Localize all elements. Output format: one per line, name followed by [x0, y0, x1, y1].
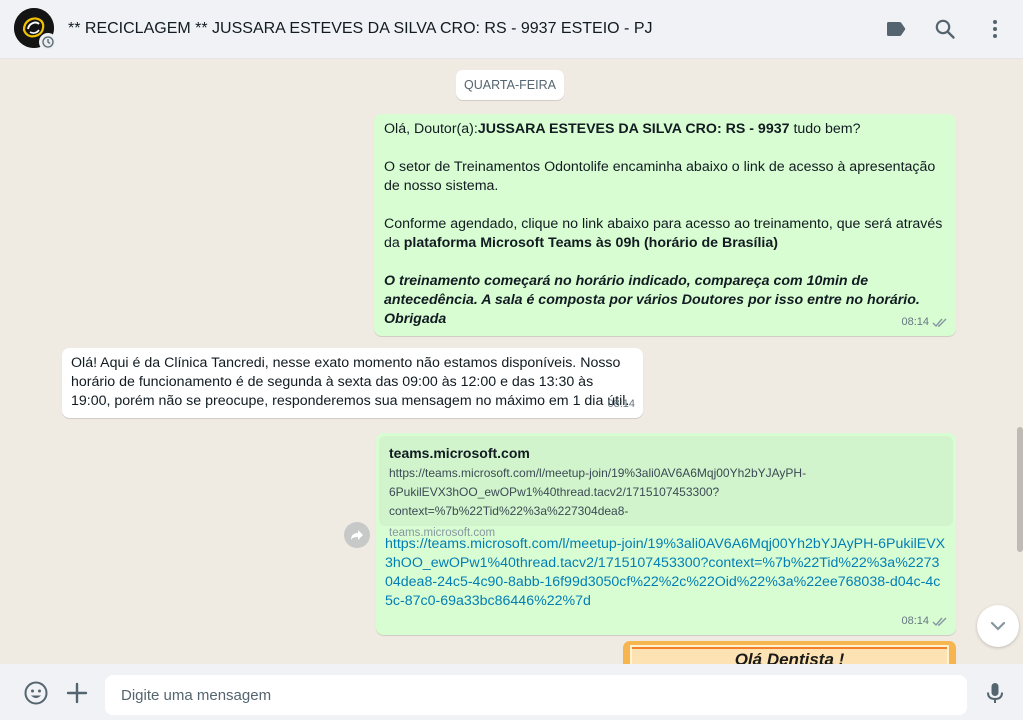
contact-avatar[interactable]	[14, 8, 57, 51]
status-badge	[39, 33, 57, 51]
message-paragraph: O treinamento começará no horário indica…	[384, 273, 920, 327]
message-paragraph: O setor de Treinamentos Odontolife encam…	[384, 159, 936, 194]
compose-bar	[0, 664, 1023, 720]
attach-plus-icon[interactable]	[64, 680, 90, 706]
message-time: 08:14	[607, 398, 635, 410]
chat-title[interactable]: ** RECICLAGEM ** JUSSARA ESTEVES DA SILV…	[68, 20, 652, 38]
scrollbar-thumb[interactable]	[1017, 427, 1023, 552]
image-banner-title: Olá Dentista !	[632, 649, 947, 664]
message-time: 08:14	[901, 316, 929, 328]
message-meta: 08:14	[901, 313, 948, 332]
link-preview-title: teams.microsoft.com	[389, 445, 530, 461]
incoming-message[interactable]: Olá! Aqui é da Clínica Tancredi, nesse e…	[62, 348, 643, 418]
image-banner: Olá Dentista !	[630, 645, 949, 664]
message-paragraph: Conforme agendado, clique no link abaixo…	[384, 216, 943, 251]
forward-icon	[351, 530, 363, 540]
emoji-icon[interactable]	[23, 680, 49, 706]
clock-icon	[42, 36, 54, 48]
menu-icon[interactable]	[983, 17, 1007, 41]
search-icon[interactable]	[933, 17, 957, 41]
chevron-down-icon	[990, 621, 1006, 631]
message-list[interactable]: QUARTA-FEIRA Olá, Doutor(a):JUSSARA ESTE…	[0, 59, 1023, 664]
chat-header: ** RECICLAGEM ** JUSSARA ESTEVES DA SILV…	[0, 0, 1023, 59]
forward-button[interactable]	[344, 522, 370, 548]
message-text: Olá! Aqui é da Clínica Tancredi, nesse e…	[71, 355, 630, 409]
link-preview-description: 6PukilEVX3hOO_ewOPw1%40thread.tacv2/1715…	[389, 485, 720, 518]
outgoing-message[interactable]: Olá, Doutor(a):JUSSARA ESTEVES DA SILVA …	[374, 114, 956, 336]
message-link[interactable]: https://teams.microsoft.com/l/meetup-joi…	[379, 526, 953, 611]
label-icon[interactable]	[884, 17, 908, 41]
message-meta: 08:14	[607, 395, 635, 414]
link-preview[interactable]: teams.microsoft.com https://teams.micros…	[379, 436, 953, 539]
message-time: 08:14	[901, 615, 929, 627]
scroll-to-bottom-button[interactable]	[977, 605, 1019, 647]
message-meta: 08:14	[901, 612, 948, 631]
outgoing-image-message[interactable]: Olá Dentista !	[623, 641, 956, 664]
double-check-icon	[932, 318, 947, 328]
message-greeting: Olá, Doutor(a):JUSSARA ESTEVES DA SILVA …	[384, 121, 861, 137]
microphone-icon[interactable]	[982, 680, 1008, 706]
double-check-icon	[932, 617, 947, 627]
message-input[interactable]	[105, 675, 967, 715]
link-preview-description: https://teams.microsoft.com/l/meetup-joi…	[389, 466, 807, 480]
day-divider: QUARTA-FEIRA	[456, 70, 564, 100]
outgoing-link-message[interactable]: teams.microsoft.com https://teams.micros…	[376, 433, 956, 635]
